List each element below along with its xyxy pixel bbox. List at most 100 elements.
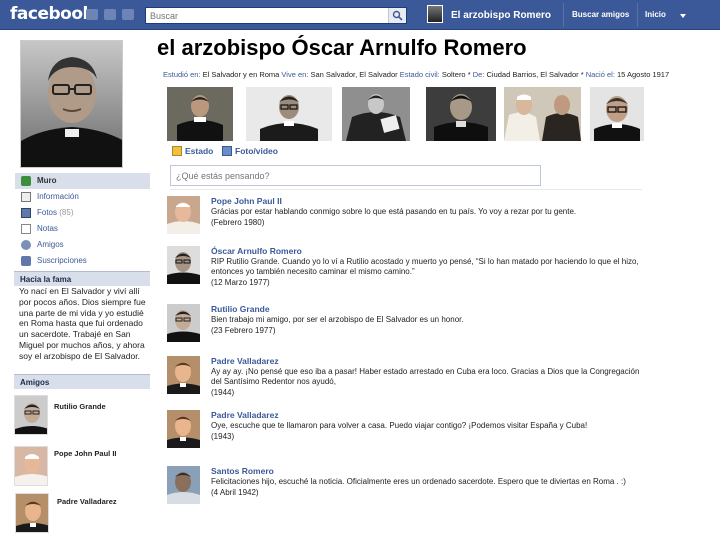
post-text: RIP Rutilio Grande. Cuando yo lo ví a Ru… xyxy=(211,257,639,276)
photo-strip-item[interactable] xyxy=(246,87,332,141)
notifications-icon[interactable] xyxy=(122,9,134,20)
post-date: (4 Abril 1942) xyxy=(211,488,259,497)
wall-post: Padre Valladarez Ay ay ay. ¡No pensé que… xyxy=(167,356,647,406)
tab-status[interactable]: Estado xyxy=(172,146,213,156)
wall-post: Rutilio Grande Bien trabajo mi amigo, po… xyxy=(167,304,647,344)
subscriptions-icon xyxy=(21,256,31,266)
tab-label: Estado xyxy=(185,146,214,156)
left-navigation: Muro Información Fotos (85) Notas Amigos… xyxy=(15,173,150,269)
about-text: Yo nací en El Salvador y viví allí por p… xyxy=(19,286,146,361)
post-avatar[interactable] xyxy=(167,304,200,342)
post-author-link[interactable]: Rutilio Grande xyxy=(211,304,647,315)
status-composer xyxy=(170,165,541,186)
post-avatar[interactable] xyxy=(167,410,200,448)
post-date: (1944) xyxy=(211,388,235,397)
about-heading: Hacia la fama xyxy=(14,271,150,286)
post-author-link[interactable]: Óscar Arnulfo Romero xyxy=(211,246,647,257)
photo-count: (85) xyxy=(59,208,74,217)
top-bar: facebook El arzobispo Romero Buscar amig… xyxy=(0,0,720,30)
post-author-link[interactable]: Padre Valladarez xyxy=(211,410,647,421)
post-author-link[interactable]: Pope John Paul II xyxy=(211,196,647,207)
post-body: Rutilio Grande Bien trabajo mi amigo, po… xyxy=(211,304,647,336)
wall-post: Óscar Arnulfo Romero RIP Rutilio Grande.… xyxy=(167,246,647,296)
wall-post: Santos Romero Felicitaciones hijo, escuc… xyxy=(167,466,647,514)
profile-thumbnail[interactable] xyxy=(427,5,443,23)
info-value: San Salvador, El Salvador xyxy=(310,70,398,79)
nav-item-friends[interactable]: Amigos xyxy=(15,237,150,253)
status-input[interactable] xyxy=(171,166,540,185)
search-button[interactable] xyxy=(388,8,406,23)
post-text: Felicitaciones hijo, escuché la noticia.… xyxy=(211,477,626,486)
nav-item-label: Fotos xyxy=(37,208,58,217)
friend-name[interactable]: Rutilio Grande xyxy=(54,402,106,411)
info-label: Nació el: xyxy=(585,70,615,79)
friend-name[interactable]: Padre Valladarez xyxy=(57,497,117,506)
photo-strip-item[interactable] xyxy=(426,87,496,141)
nav-item-label: Amigos xyxy=(37,240,64,249)
messages-icon[interactable] xyxy=(104,9,116,20)
post-author-link[interactable]: Padre Valladarez xyxy=(211,356,647,367)
tab-photo-video[interactable]: Foto/video xyxy=(222,146,278,156)
profile-name-link[interactable]: El arzobispo Romero xyxy=(451,10,551,21)
info-label: Estudió en: xyxy=(163,70,201,79)
find-friends-link[interactable]: Buscar amigos xyxy=(572,10,629,19)
photo-video-icon xyxy=(222,146,232,156)
divider xyxy=(170,189,642,190)
post-author-link[interactable]: Santos Romero xyxy=(211,466,647,477)
friends-heading[interactable]: Amigos xyxy=(14,374,150,389)
photo-strip-item[interactable] xyxy=(590,87,644,141)
post-text: Ay ay ay. ¡No pensé que eso iba a pasar!… xyxy=(211,367,640,386)
post-body: Padre Valladarez Ay ay ay. ¡No pensé que… xyxy=(211,356,647,398)
post-body: Óscar Arnulfo Romero RIP Rutilio Grande.… xyxy=(211,246,647,288)
profile-picture[interactable] xyxy=(20,40,123,168)
home-dropdown-icon[interactable] xyxy=(680,14,686,18)
photos-icon xyxy=(21,208,31,218)
divider xyxy=(637,3,638,27)
friend-photo-valladarez[interactable] xyxy=(15,493,49,533)
post-date: (12 Marzo 1977) xyxy=(211,278,270,287)
info-label: Estado civil: xyxy=(399,70,440,79)
friend-name[interactable]: Pope John Paul II xyxy=(54,449,117,458)
nav-item-info[interactable]: Información xyxy=(15,189,150,205)
friends-icon[interactable] xyxy=(86,9,98,20)
info-icon xyxy=(21,192,31,202)
info-value: Ciudad Barrios, El Salvador * xyxy=(486,70,584,79)
wall-post: Pope John Paul II Grácias por estar habl… xyxy=(167,196,647,236)
nav-item-label: Suscripciones xyxy=(37,256,87,265)
post-body: Pope John Paul II Grácias por estar habl… xyxy=(211,196,647,228)
status-icon xyxy=(172,146,182,156)
profile-info-line: Estudió en: El Salvador y en Roma Vive e… xyxy=(163,70,669,79)
photo-strip-item[interactable] xyxy=(504,87,581,141)
search-input[interactable] xyxy=(146,8,386,23)
tab-label: Foto/video xyxy=(235,146,278,156)
nav-item-label: Información xyxy=(37,192,79,201)
info-label: De: xyxy=(472,70,485,79)
search-icon xyxy=(392,10,403,21)
post-avatar[interactable] xyxy=(167,196,200,234)
home-link[interactable]: Inicio xyxy=(645,10,666,19)
nav-item-subscriptions[interactable]: Suscripciones xyxy=(15,253,150,269)
wall-icon xyxy=(21,176,31,186)
search-box xyxy=(145,7,407,24)
nav-item-notes[interactable]: Notas xyxy=(15,221,150,237)
nav-item-photos[interactable]: Fotos (85) xyxy=(15,205,150,221)
friend-photo-rutilio[interactable] xyxy=(14,395,48,435)
info-value: El Salvador y en Roma xyxy=(202,70,280,79)
post-text: Bien trabajo mi amigo, por ser el arzobi… xyxy=(211,315,464,324)
post-date: (Febrero 1980) xyxy=(211,218,265,227)
facebook-logo[interactable]: facebook xyxy=(10,4,94,24)
post-avatar[interactable] xyxy=(167,466,200,504)
post-avatar[interactable] xyxy=(167,246,200,284)
nav-item-label: Notas xyxy=(37,224,58,233)
info-label: Vive en: xyxy=(281,70,309,79)
page-title: el arzobispo Óscar Arnulfo Romero xyxy=(157,35,527,60)
divider xyxy=(563,3,564,27)
post-avatar[interactable] xyxy=(167,356,200,394)
friend-photo-john-paul[interactable] xyxy=(14,446,48,486)
photo-strip-item[interactable] xyxy=(167,87,233,141)
nav-item-label: Muro xyxy=(37,176,57,185)
post-date: (23 Febrero 1977) xyxy=(211,326,276,335)
notes-icon xyxy=(21,224,31,234)
nav-item-wall[interactable]: Muro xyxy=(15,173,150,189)
photo-strip-item[interactable] xyxy=(342,87,410,141)
